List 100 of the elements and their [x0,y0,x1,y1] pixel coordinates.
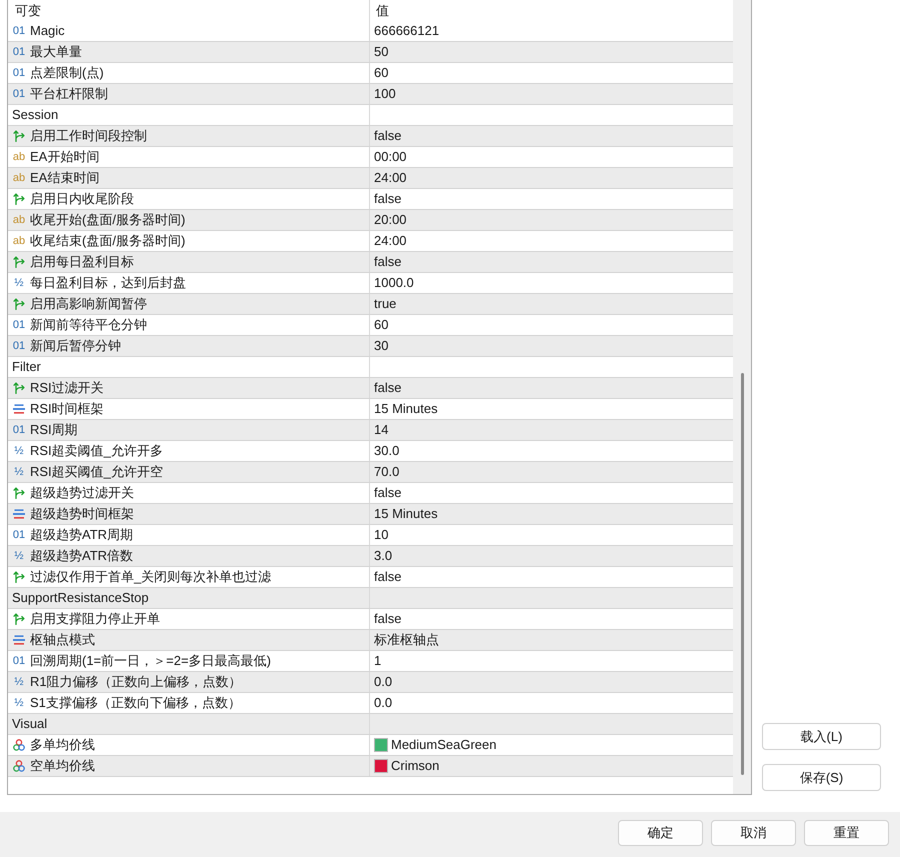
parameter-name: 每日盈利目标，达到后封盘 [30,274,186,292]
parameter-name: 收尾结束(盘面/服务器时间) [30,232,186,250]
parameter-name: RSI超卖阈值_允许开多 [30,442,163,460]
parameter-name: RSI周期 [30,421,78,440]
parameter-name: EA结束时间 [30,169,100,188]
scrollbar-track[interactable] [733,0,751,794]
parameter-name: R1阻力偏移（正数向上偏移，点数） [30,673,242,692]
number-type-icon: 01 [12,46,26,58]
parameter-value: 50 [374,43,388,62]
parameter-value: 24:00 [374,169,407,188]
table-row[interactable]: 枢轴点模式 标准枢轴点 [8,630,733,651]
table-row[interactable]: 超级趋势过滤开关 false [8,483,733,504]
number-type-icon: 01 [12,340,26,352]
parameter-name: 多单均价线 [30,736,95,754]
save-button[interactable]: 保存(S) [762,764,881,791]
branch-arrow-icon [13,130,25,142]
parameter-value: 20:00 [374,211,407,230]
table-row[interactable]: 启用高影响新闻暂停 true [8,294,733,315]
parameter-name: Magic [30,22,65,40]
parameter-value: MediumSeaGreen [391,736,496,754]
parameter-value: 3.0 [374,547,392,566]
group-name: Visual [12,715,48,734]
fraction-type-icon: ½ [14,446,24,456]
text-type-icon: ab [12,236,26,246]
branch-arrow-icon [13,571,25,583]
parameter-name: RSI过滤开关 [30,379,104,398]
branch-arrow-icon [13,256,25,268]
parameter-name: 启用支撑阻力停止开单 [30,610,160,628]
table-row[interactable]: ½ S1支撑偏移（正数向下偏移，点数） 0.0 [8,693,733,714]
table-row[interactable]: Visual [8,714,733,735]
table-row[interactable]: Session [8,105,733,126]
table-row[interactable]: 多单均价线 MediumSeaGreen [8,735,733,756]
table-row[interactable]: 空单均价线 Crimson [8,756,733,777]
table-row[interactable]: 01 新闻后暂停分钟 30 [8,336,733,357]
branch-arrow-icon [13,487,25,499]
parameter-value: 15 Minutes [374,400,438,418]
table-row[interactable]: 01 平台杠杆限制 100 [8,84,733,105]
parameter-value: 30.0 [374,442,400,460]
table-row[interactable]: 启用日内收尾阶段 false [8,189,733,210]
parameter-name: 收尾开始(盘面/服务器时间) [30,211,186,230]
table-row[interactable]: ab 收尾结束(盘面/服务器时间) 24:00 [8,231,733,252]
load-button[interactable]: 载入(L) [762,723,881,750]
table-row[interactable]: ½ R1阻力偏移（正数向上偏移，点数） 0.0 [8,672,733,693]
table-row[interactable]: ab 收尾开始(盘面/服务器时间) 20:00 [8,210,733,231]
table-row[interactable]: 01 最大单量 50 [8,42,733,63]
number-type-icon: 01 [12,88,26,100]
table-row[interactable]: ½ 超级趋势ATR倍数 3.0 [8,546,733,567]
parameter-value: false [374,379,402,398]
number-type-icon: 01 [12,656,26,666]
parameter-name: 超级趋势ATR周期 [30,526,134,544]
text-type-icon: ab [12,152,26,162]
parameter-name: 空单均价线 [30,757,95,776]
number-type-icon: 01 [12,26,26,36]
table-row[interactable]: ½ RSI超卖阈值_允许开多 30.0 [8,441,733,462]
table-row[interactable]: ab EA结束时间 24:00 [8,168,733,189]
ok-button[interactable]: 确定 [618,820,703,846]
table-row[interactable]: 01 超级趋势ATR周期 10 [8,525,733,546]
fraction-type-icon: ½ [14,698,24,708]
table-row[interactable]: RSI时间框架 15 Minutes [8,399,733,420]
branch-arrow-icon [13,193,25,205]
parameter-name: 超级趋势ATR倍数 [30,547,134,566]
table-row[interactable]: 启用每日盈利目标 false [8,252,733,273]
parameter-value: false [374,484,402,502]
color-circles-icon [13,760,25,772]
parameter-value: 100 [374,85,396,104]
table-row[interactable]: ½ RSI超买阈值_允许开空 70.0 [8,462,733,483]
table-row[interactable]: 01 点差限制(点) 60 [8,63,733,84]
table-row[interactable]: 01 Magic 666666121 [8,21,733,42]
parameter-name: 枢轴点模式 [30,631,95,650]
table-row[interactable]: ½ 每日盈利目标，达到后封盘 1000.0 [8,273,733,294]
parameter-value: 14 [374,421,388,440]
table-row[interactable]: 启用支撑阻力停止开单 false [8,609,733,630]
parameter-name: S1支撑偏移（正数向下偏移，点数） [30,694,241,712]
table-row[interactable]: 启用工作时间段控制 false [8,126,733,147]
branch-arrow-icon [13,613,25,625]
parameter-value: 标准枢轴点 [374,631,439,650]
cancel-button[interactable]: 取消 [711,820,796,846]
parameter-value: 60 [374,316,388,334]
parameter-name: RSI时间框架 [30,400,104,418]
table-row[interactable]: ab EA开始时间 00:00 [8,147,733,168]
parameter-name: 过滤仅作用于首单_关闭则每次补单也过滤 [30,568,272,586]
number-type-icon: 01 [12,530,26,540]
parameter-value: 666666121 [374,22,440,40]
scrollbar-thumb[interactable] [740,373,744,775]
reset-button[interactable]: 重置 [804,820,889,846]
table-row[interactable]: 超级趋势时间框架 15 Minutes [8,504,733,525]
parameter-value: 24:00 [374,232,407,250]
table-row[interactable]: 01 RSI周期 14 [8,420,733,441]
table-row[interactable]: Filter [8,357,733,378]
parameter-name: 启用工作时间段控制 [30,127,147,146]
column-header: 值 [375,2,390,20]
parameter-value: false [374,127,402,146]
list-lines-icon [13,509,25,519]
table-row[interactable]: 01 新闻前等待平仓分钟 60 [8,315,733,336]
table-row[interactable]: 01 回溯周期(1=前一日，＞=2=多日最高最低) 1 [8,651,733,672]
table-row[interactable]: 过滤仅作用于首单_关闭则每次补单也过滤 false [8,567,733,588]
table-row[interactable]: SupportResistanceStop [8,588,733,609]
table-row[interactable]: RSI过滤开关 false [8,378,733,399]
text-type-icon: ab [12,214,26,226]
parameter-name: 超级趋势过滤开关 [30,484,134,502]
